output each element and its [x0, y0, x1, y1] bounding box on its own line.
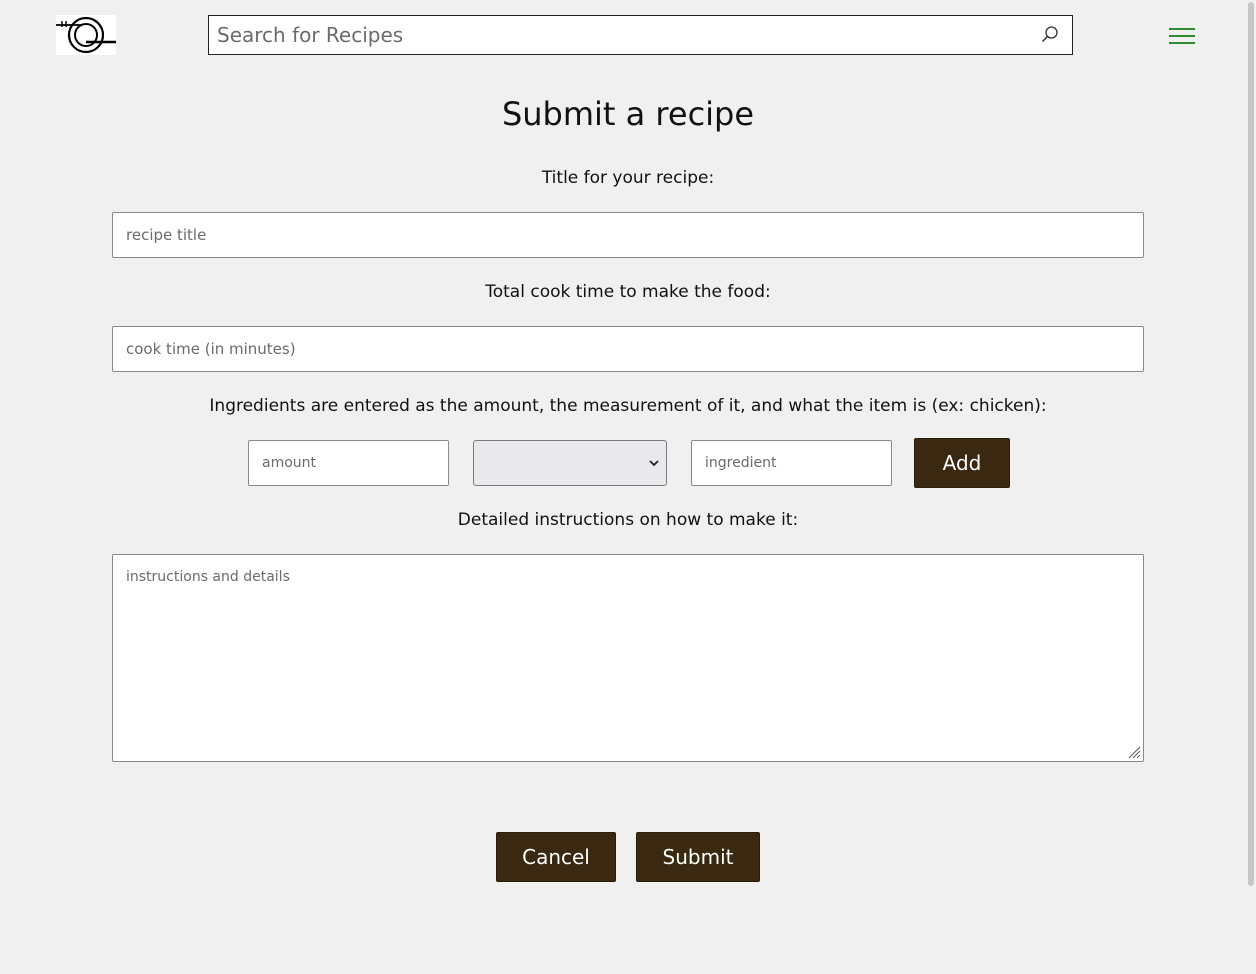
amount-input[interactable]: [248, 440, 449, 486]
logo[interactable]: [56, 15, 116, 55]
hamburger-menu-icon[interactable]: [1168, 26, 1196, 46]
recipe-title-label: Title for your recipe:: [541, 168, 715, 188]
resize-grip-icon[interactable]: [1127, 745, 1141, 759]
search-input[interactable]: [209, 16, 1019, 54]
add-ingredient-button[interactable]: Add: [914, 438, 1010, 488]
measurement-select[interactable]: [473, 440, 667, 486]
search-bar: [208, 15, 1073, 55]
ingredient-input[interactable]: [691, 440, 892, 486]
chevron-down-icon: [649, 460, 659, 467]
ingredients-label: Ingredients are entered as the amount, t…: [209, 396, 1047, 416]
plate-utensils-logo-icon: [56, 16, 116, 54]
instructions-label: Detailed instructions on how to make it:: [457, 510, 799, 530]
search-icon[interactable]: [1040, 25, 1060, 45]
cancel-button[interactable]: Cancel: [496, 832, 616, 882]
recipe-title-input[interactable]: [112, 212, 1144, 258]
submit-button[interactable]: Submit: [636, 832, 760, 882]
cook-time-label: Total cook time to make the food:: [485, 282, 771, 302]
page-title: Submit a recipe: [501, 95, 755, 133]
instructions-textarea[interactable]: [112, 554, 1144, 762]
page-scrollbar[interactable]: [1246, 0, 1256, 974]
cook-time-input[interactable]: [112, 326, 1144, 372]
site-header: [0, 0, 1246, 70]
